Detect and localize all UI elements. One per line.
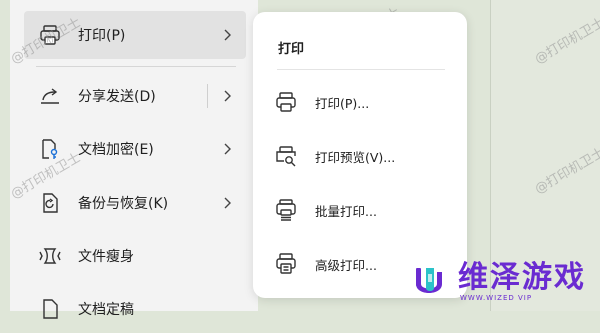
- submenu-divider: [277, 69, 445, 70]
- menu-item-label: 备份与恢复(K): [78, 196, 169, 212]
- document-lock-icon: [36, 135, 64, 163]
- menu-item-backup[interactable]: 备份与恢复(K): [24, 179, 246, 227]
- print-preview-icon: [273, 143, 299, 169]
- menu-split-divider: [207, 84, 208, 108]
- submenu-item-label: 打印(P)...: [315, 95, 370, 111]
- submenu-item-label: 打印预览(V)...: [315, 149, 396, 165]
- printer-icon: [273, 89, 299, 115]
- logo-name: 维泽游戏: [458, 259, 586, 295]
- document-final-icon: [36, 295, 64, 323]
- menu-item-share[interactable]: 分享发送(D): [24, 72, 246, 120]
- share-icon: [36, 82, 64, 110]
- chevron-right-icon: [220, 142, 234, 156]
- menu-divider: [36, 66, 236, 67]
- menu-item-label: 文档定稿: [78, 302, 134, 318]
- printer-icon: [36, 21, 64, 49]
- menu-item-print[interactable]: 打印(P): [24, 11, 246, 59]
- submenu-item-print[interactable]: 打印(P)...: [273, 84, 453, 120]
- submenu-item-batch-print[interactable]: 批量打印...: [273, 192, 453, 228]
- submenu-title: 打印: [278, 42, 305, 57]
- advanced-print-icon: [273, 251, 299, 277]
- chevron-right-icon[interactable]: [220, 89, 234, 103]
- logo-url: WWW.WIZED VIP: [460, 293, 533, 302]
- chevron-right-icon: [220, 196, 234, 210]
- submenu-item-print-preview[interactable]: 打印预览(V)...: [273, 138, 453, 174]
- file-menu-panel: 打印(P) 分享发送(D) 文档加密(E) 备份与恢复(K) 文件瘦身 文档定稿: [10, 0, 258, 319]
- menu-item-label: 打印(P): [78, 28, 126, 44]
- menu-item-label: 文档加密(E): [78, 142, 154, 158]
- menu-item-label: 分享发送(D): [78, 89, 156, 105]
- backup-icon: [36, 189, 64, 217]
- submenu-item-label: 批量打印...: [315, 203, 377, 219]
- logo-mark-icon: [416, 268, 442, 293]
- menu-item-encrypt[interactable]: 文档加密(E): [24, 125, 246, 173]
- chevron-right-icon: [220, 28, 234, 42]
- brand-logo: 维泽游戏 WWW.WIZED VIP: [412, 256, 598, 308]
- submenu-item-label: 高级打印...: [315, 257, 377, 273]
- batch-print-icon: [273, 197, 299, 223]
- menu-item-finalize[interactable]: 文档定稿: [24, 285, 246, 333]
- file-slim-icon: [36, 242, 64, 270]
- menu-item-file-slim[interactable]: 文件瘦身: [24, 232, 246, 280]
- menu-item-label: 文件瘦身: [78, 249, 134, 265]
